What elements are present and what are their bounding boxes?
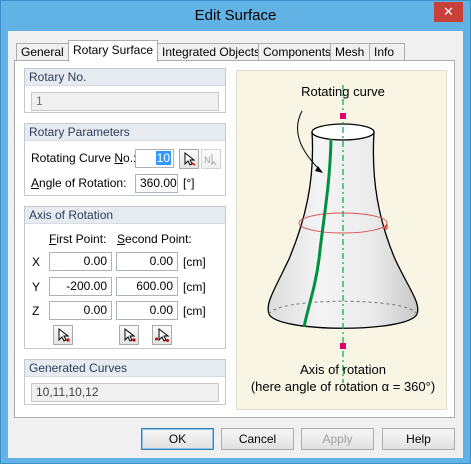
axis-z-label: Z <box>32 304 40 318</box>
dialog-client-area: General Rotary Surface Integrated Object… <box>8 31 463 458</box>
angle-unit-label: [°] <box>183 176 195 190</box>
axis-of-rotation-caption: Axis of rotation <box>300 362 386 377</box>
rotary-no-header: Rotary No. <box>25 69 225 86</box>
help-button[interactable]: Help <box>382 428 455 450</box>
rotary-surface-illustration: Rotating curve Axis of rotation (here an… <box>236 70 447 410</box>
pick-second-point-button[interactable] <box>119 325 139 345</box>
cancel-button[interactable]: Cancel <box>221 428 294 450</box>
cursor-pick-icon <box>58 327 70 342</box>
first-point-z-field[interactable]: 0.00 <box>49 301 112 320</box>
pick-first-point-button[interactable] <box>53 325 73 345</box>
rotary-no-group: Rotary No. 1 <box>24 68 226 113</box>
first-point-y-field[interactable]: -200.00 <box>49 277 112 296</box>
dialog-title: Edit Surface <box>194 7 277 24</box>
tab-integrated-objects[interactable]: Integrated Objects <box>157 43 260 61</box>
second-point-label: Second Point: <box>117 232 192 246</box>
rotating-curve-field[interactable]: 10 <box>135 149 174 168</box>
axis-top-marker <box>340 113 346 119</box>
angle-of-rotation-caption: (here angle of rotation α = 360°) <box>251 379 435 394</box>
rotary-no-field: 1 <box>31 92 219 111</box>
cursor-pick-icon <box>184 151 196 166</box>
ok-button[interactable]: OK <box>141 428 214 450</box>
rotating-curve-label: Rotating Curve No.: <box>31 151 137 165</box>
axis-bottom-marker <box>340 343 346 349</box>
cursor-two-points-icon <box>155 327 170 342</box>
pick-curve-button[interactable] <box>179 149 199 169</box>
x-unit-label: [cm] <box>183 255 206 269</box>
close-button[interactable]: ✕ <box>434 2 463 22</box>
axis-of-rotation-group: Axis of Rotation First Point: Second Poi… <box>24 206 226 349</box>
tab-rotary-surface[interactable]: Rotary Surface <box>68 40 158 62</box>
y-unit-label: [cm] <box>183 280 206 294</box>
angle-of-rotation-field[interactable]: 360.00 <box>135 174 178 193</box>
tab-general[interactable]: General <box>16 43 69 61</box>
second-point-z-field[interactable]: 0.00 <box>116 301 178 320</box>
select-curve-list-button[interactable]: N <box>201 149 221 169</box>
second-point-y-field[interactable]: 600.00 <box>116 277 178 296</box>
z-unit-label: [cm] <box>183 304 206 318</box>
tab-info[interactable]: Info <box>369 43 405 61</box>
axis-y-label: Y <box>32 280 41 294</box>
title-bar[interactable]: Edit Surface ✕ <box>1 1 470 31</box>
svg-text:N: N <box>204 156 211 166</box>
numbered-list-icon: N <box>204 154 217 166</box>
pick-two-points-button[interactable] <box>152 325 172 345</box>
axis-x-label: X <box>32 255 41 269</box>
apply-button[interactable]: Apply <box>301 428 374 450</box>
rotating-curve-caption: Rotating curve <box>301 84 385 99</box>
second-point-x-field[interactable]: 0.00 <box>116 252 178 271</box>
first-point-label: First Point: <box>49 232 107 246</box>
angle-of-rotation-label: Angle of Rotation: <box>31 176 127 190</box>
generated-curves-header: Generated Curves <box>25 360 225 377</box>
tab-mesh[interactable]: Mesh <box>330 43 370 61</box>
generated-curves-field: 10,11,10,12 <box>31 383 219 402</box>
generated-curves-group: Generated Curves 10,11,10,12 <box>24 359 226 405</box>
rotary-surface-diagram: Rotating curve Axis of rotation (here an… <box>251 84 435 394</box>
first-point-x-field[interactable]: 0.00 <box>49 252 112 271</box>
rotary-parameters-group: Rotary Parameters Rotating Curve No.: 10… <box>24 123 226 196</box>
cursor-pick-icon <box>124 327 136 342</box>
edit-surface-dialog: Edit Surface ✕ General Rotary Surface In… <box>0 0 471 464</box>
rotary-surface-panel: Rotary No. 1 Rotary Parameters Rotating … <box>14 60 455 418</box>
rotary-parameters-header: Rotary Parameters <box>25 124 225 141</box>
axis-of-rotation-header: Axis of Rotation <box>25 207 225 224</box>
tab-components[interactable]: Components <box>258 43 331 61</box>
